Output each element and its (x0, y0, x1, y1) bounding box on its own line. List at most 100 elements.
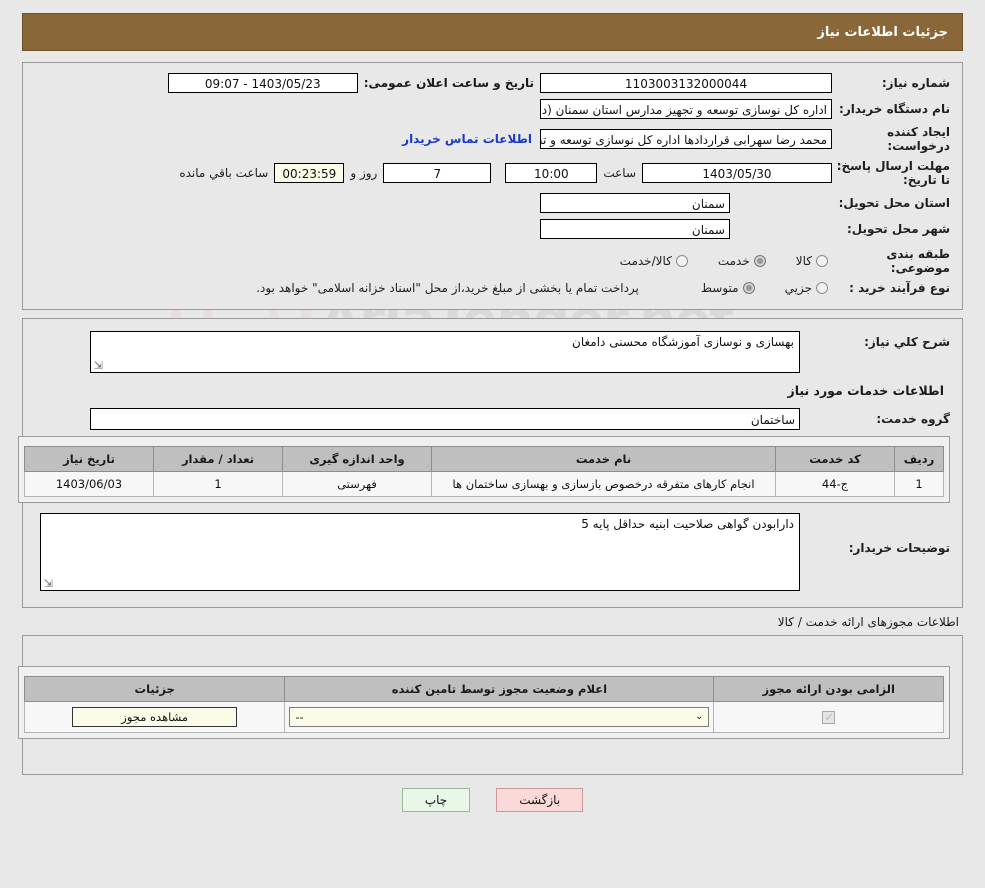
process-option-jozi[interactable]: جزیي (785, 281, 832, 295)
need-details-panel: شرح کلي نیاز: بهسازی و نوسازی آموزشگاه م… (18, 318, 963, 608)
col-service-code: کد خدمت (775, 446, 895, 472)
page-title: جزئیات اطلاعات نیاز (817, 24, 948, 40)
cell-service-code: ج-44 (775, 471, 895, 497)
col-unit: واحد اندازه گیری (282, 446, 432, 472)
requester-field[interactable]: محمد رضا سهرابی قراردادها اداره کل نوساز… (540, 129, 832, 149)
view-permit-button[interactable]: مشاهده مجوز (72, 707, 238, 727)
services-table-wrap: ردیف کد خدمت نام خدمت واحد اندازه گیری ت… (18, 436, 950, 503)
deadline-label: مهلت ارسال پاسخ: تا تاریخ: (836, 159, 950, 187)
delivery-city-label: شهر محل تحویل: (846, 222, 950, 236)
radio-icon[interactable] (675, 255, 688, 267)
permits-table-header-row: الزامی بودن ارائه مجوز اعلام وضعیت مجوز … (23, 676, 944, 702)
resize-grip-icon[interactable]: ⇲ (93, 360, 103, 371)
delivery-city-field[interactable]: سمنان (540, 219, 730, 239)
radio-icon[interactable] (753, 255, 766, 267)
cell-need-date: 1403/06/03 (24, 471, 154, 497)
buyer-org-label: نام دستگاه خریدار: (839, 102, 950, 116)
process-label: نوع فرآیند خرید : (849, 281, 950, 295)
services-table: ردیف کد خدمت نام خدمت واحد اندازه گیری ت… (24, 446, 944, 497)
permits-panel: الزامی بودن ارائه مجوز اعلام وضعیت مجوز … (18, 635, 963, 775)
row-need-summary: شرح کلي نیاز: بهسازی و نوسازی آموزشگاه م… (35, 331, 950, 373)
row-process-type: نوع فرآیند خرید : جزیي متوسط پرداخت تمام… (35, 281, 950, 295)
col-row-no: ردیف (894, 446, 944, 472)
permit-status-select[interactable]: ⌄ -- (289, 707, 710, 727)
category-radio-group: کالا خدمت کالا/خدمت (594, 254, 832, 268)
row-buyer-org: نام دستگاه خریدار: اداره کل نوسازی توسعه… (35, 99, 950, 119)
deadline-time-field[interactable]: 10:00 (505, 163, 598, 183)
cell-quantity: 1 (153, 471, 283, 497)
requester-label: ایجاد کننده درخواست: (887, 125, 950, 153)
row-deadline: مهلت ارسال پاسخ: تا تاریخ: 1403/05/30 سا… (35, 159, 950, 187)
need-summary-value: بهسازی و نوسازی آموزشگاه محسنی دامغان (572, 335, 794, 349)
buyer-notes-label: توضیحات خریدار: (848, 541, 950, 555)
announce-datetime-label: تاریخ و ساعت اعلان عمومی: (363, 76, 534, 90)
checkbox-icon (822, 710, 836, 724)
deadline-date-field[interactable]: 1403/05/30 (642, 163, 832, 183)
col-service-name: نام خدمت (431, 446, 776, 472)
service-group-label: گروه خدمت: (876, 412, 950, 426)
cell-service-name: انجام کارهای متفرقه درخصوص بازسازی و بهس… (431, 471, 776, 497)
row-need-number: شماره نیاز: 1103003132000044 تاریخ و ساع… (35, 73, 950, 93)
row-category: طبقه بندی موضوعی: کالا خدمت کالا/خدمت (35, 247, 950, 275)
process-radio-group: جزیي متوسط (675, 281, 832, 295)
col-permit-details: جزئیات (23, 676, 286, 702)
category-option-kala-khedmat[interactable]: کالا/خدمت (620, 254, 692, 268)
need-info-panel: شماره نیاز: 1103003132000044 تاریخ و ساع… (22, 62, 963, 310)
cell-row-no: 1 (894, 471, 944, 497)
need-number-field[interactable]: 1103003132000044 (540, 73, 832, 93)
col-permit-required: الزامی بودن ارائه مجوز (713, 676, 944, 702)
cell-permit-details: مشاهده مجوز (23, 701, 286, 733)
radio-icon[interactable] (816, 282, 828, 294)
countdown-field: 00:23:59 (274, 163, 345, 183)
remaining-label: ساعت باقي مانده (179, 166, 269, 180)
print-button[interactable]: چاپ (401, 788, 471, 812)
buyer-contact-link[interactable]: اطلاعات تماس خریدار (402, 132, 532, 146)
cell-unit: فهرستی (282, 471, 432, 497)
category-option-label: خدمت (717, 254, 750, 268)
category-option-label: کالا/خدمت (619, 254, 672, 268)
table-row: 1 ج-44 انجام کارهای متفرقه درخصوص بازساز… (24, 471, 944, 497)
back-button[interactable]: بازگشت (496, 788, 584, 812)
need-summary-label: شرح کلي نیاز: (864, 335, 950, 349)
col-quantity: تعداد / مقدار (153, 446, 283, 472)
radio-icon[interactable] (742, 282, 755, 294)
radio-icon[interactable] (816, 255, 828, 267)
service-group-field[interactable]: ساختمان (90, 408, 800, 430)
cell-permit-status: ⌄ -- (284, 701, 715, 733)
buyer-org-field[interactable]: اداره کل نوسازی توسعه و تجهیز مدارس استا… (540, 99, 832, 119)
resize-grip-icon[interactable]: ⇲ (43, 578, 53, 589)
footer-actions: بازگشت چاپ (0, 788, 985, 812)
need-number-label: شماره نیاز: (881, 76, 950, 90)
permits-section-title: اطلاعات مجوزهای ارائه خدمت / کالا (777, 615, 959, 629)
cell-permit-required (713, 701, 944, 733)
col-permit-status: اعلام وضعیت مجوز توسط تامین کننده (284, 676, 715, 702)
hour-label: ساعت (603, 166, 636, 180)
row-requester: ایجاد کننده درخواست: محمد رضا سهرابی قرا… (35, 125, 950, 153)
delivery-province-label: استان محل تحویل: (838, 196, 950, 210)
announce-datetime-field[interactable]: 1403/05/23 - 09:07 (167, 73, 358, 93)
services-table-header-row: ردیف کد خدمت نام خدمت واحد اندازه گیری ت… (24, 446, 944, 472)
page-header: جزئیات اطلاعات نیاز (22, 13, 963, 51)
category-option-kala[interactable]: کالا (796, 254, 832, 268)
buyer-notes-value: دارابودن گواهی صلاحیت ابنیه حداقل پایه 5 (581, 517, 794, 531)
process-option-label: متوسط (700, 281, 739, 295)
chevron-down-icon: ⌄ (694, 711, 704, 722)
need-summary-textarea[interactable]: بهسازی و نوسازی آموزشگاه محسنی دامغان ⇲ (90, 331, 800, 373)
permits-table-wrap: الزامی بودن ارائه مجوز اعلام وضعیت مجوز … (18, 666, 950, 739)
row-buyer-notes: توضیحات خریدار: دارابودن گواهی صلاحیت اب… (35, 513, 950, 591)
col-need-date: تاریخ نیاز (24, 446, 154, 472)
row-delivery-city: شهر محل تحویل: سمنان (35, 219, 950, 239)
process-option-motevaset[interactable]: متوسط (701, 281, 759, 295)
process-note: پرداخت تمام یا بخشی از مبلغ خرید،از محل … (256, 281, 639, 295)
services-section-title: اطلاعات خدمات مورد نیاز (787, 383, 945, 398)
category-option-khedmat[interactable]: خدمت (718, 254, 770, 268)
days-label: روز و (350, 166, 378, 180)
process-option-label: جزیي (784, 281, 812, 295)
row-service-group: گروه خدمت: ساختمان (35, 408, 950, 430)
days-remaining-field: 7 (383, 163, 492, 183)
delivery-province-field[interactable]: سمنان (540, 193, 730, 213)
category-label: طبقه بندی موضوعی: (886, 247, 950, 275)
table-row: ⌄ -- مشاهده مجوز (23, 701, 944, 733)
row-delivery-province: استان محل تحویل: سمنان (35, 193, 950, 213)
buyer-notes-textarea[interactable]: دارابودن گواهی صلاحیت ابنیه حداقل پایه 5… (40, 513, 800, 591)
